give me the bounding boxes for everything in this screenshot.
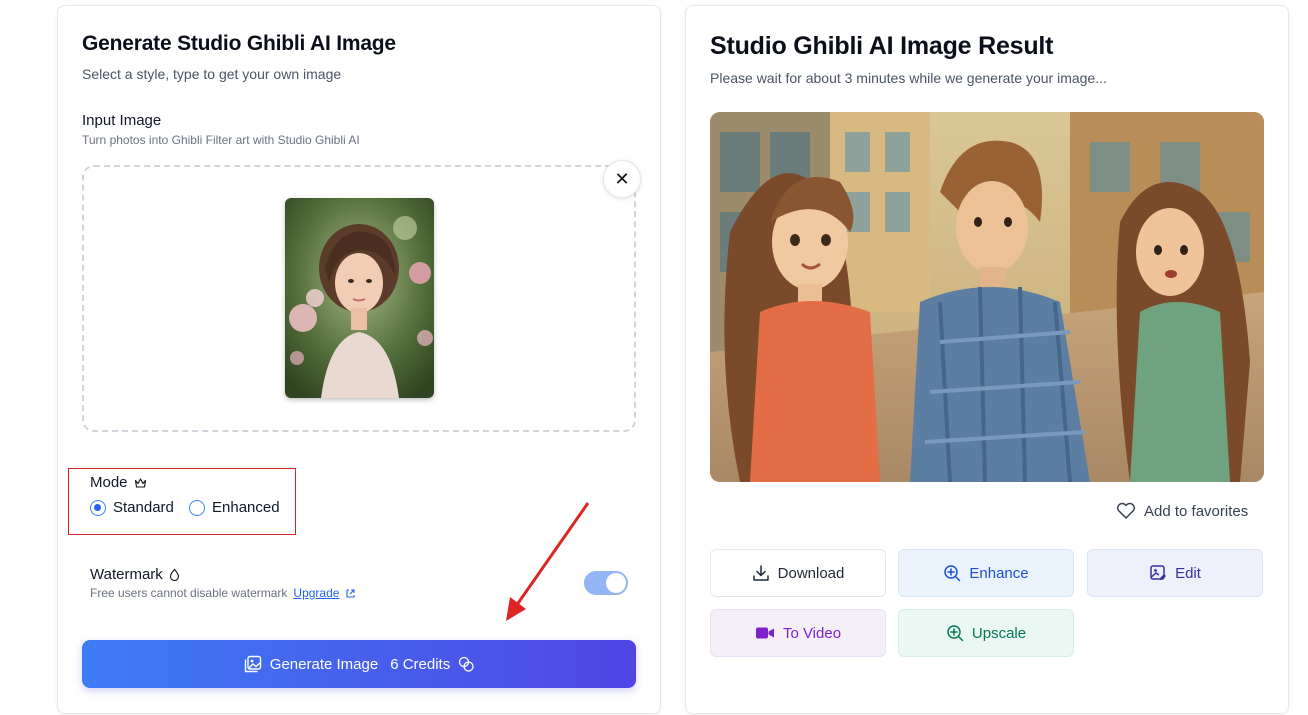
watermark-hint-row: Free users cannot disable watermark Upgr… [90, 586, 356, 600]
credits-label: 6 Credits [390, 655, 451, 673]
edit-button[interactable]: Edit [1087, 549, 1263, 597]
mode-label-row: Mode [90, 474, 147, 491]
annotation-arrow [506, 502, 590, 621]
toggle-knob [606, 573, 626, 593]
uploaded-photo-art [285, 198, 434, 398]
result-image-art [710, 112, 1264, 482]
crown-icon [134, 477, 146, 488]
result-panel: Studio Ghibli AI Image Result Please wai… [685, 5, 1289, 714]
to-video-label: To Video [782, 624, 842, 642]
to-video-button[interactable]: To Video [710, 609, 886, 657]
standard-radio[interactable] [90, 499, 106, 516]
heart-icon [1117, 502, 1135, 519]
mode-option-standard[interactable]: Standard [90, 499, 174, 516]
enhanced-label: Enhanced [212, 499, 280, 516]
watermark-label-row: Watermark [90, 566, 180, 583]
generator-panel: Generate Studio Ghibli AI Image Select a… [57, 5, 661, 714]
close-icon: ✕ [614, 168, 630, 189]
generate-image-button[interactable]: Generate Image 6 Credits [82, 640, 636, 688]
external-link-icon[interactable] [345, 588, 356, 599]
coins-icon [459, 656, 474, 672]
generate-label: Generate Image [269, 655, 379, 673]
download-label: Download [777, 564, 845, 582]
add-to-favorites[interactable]: Add to favorites [1116, 502, 1248, 520]
enhance-button[interactable]: Enhance [898, 549, 1074, 597]
plus-zoom-icon [947, 625, 964, 642]
remove-image-button[interactable]: ✕ [603, 160, 641, 198]
upscale-label: Upscale [971, 624, 1027, 642]
image-edit-icon [1150, 565, 1167, 580]
enhance-label: Enhance [969, 564, 1029, 582]
enhanced-radio[interactable] [189, 499, 205, 516]
generator-subtitle: Select a style, type to get your own ima… [82, 66, 342, 82]
result-title: Studio Ghibli AI Image Result [710, 32, 1054, 60]
drop-icon [169, 568, 179, 581]
result-image[interactable] [710, 112, 1264, 482]
input-image-label: Input Image [82, 112, 162, 129]
download-button[interactable]: Download [710, 549, 886, 597]
edit-label: Edit [1175, 564, 1201, 582]
mode-label: Mode [90, 474, 128, 491]
upgrade-link[interactable]: Upgrade [293, 586, 339, 600]
input-image-hint: Turn photos into Ghibli Filter art with … [82, 133, 360, 147]
mode-option-enhanced[interactable]: Enhanced [189, 499, 280, 516]
upscale-button[interactable]: Upscale [898, 609, 1074, 657]
result-subtitle: Please wait for about 3 minutes while we… [710, 70, 1107, 86]
watermark-label: Watermark [90, 566, 163, 583]
image-icon [244, 655, 261, 673]
generator-title: Generate Studio Ghibli AI Image [82, 32, 396, 55]
video-icon [755, 627, 774, 639]
zoom-in-icon [944, 565, 961, 582]
watermark-hint: Free users cannot disable watermark [90, 586, 288, 600]
uploaded-photo [285, 198, 434, 398]
standard-label: Standard [113, 499, 174, 516]
download-icon [752, 565, 769, 581]
favorites-label: Add to favorites [1144, 502, 1249, 520]
